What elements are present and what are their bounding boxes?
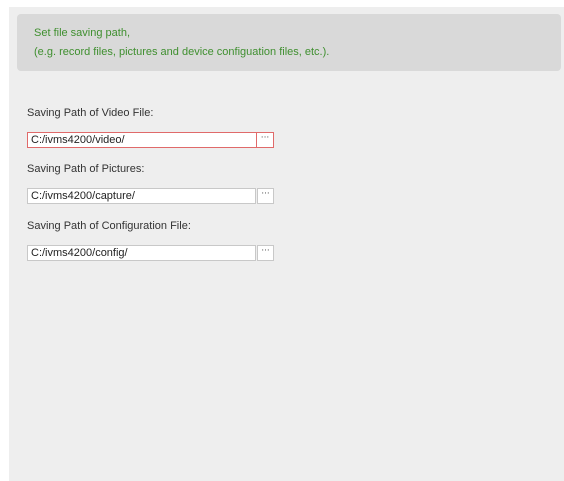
video-path-input[interactable] — [27, 132, 256, 148]
settings-panel — [9, 7, 564, 481]
pictures-path-input[interactable] — [27, 188, 256, 204]
video-path-row: ··· — [27, 132, 274, 148]
config-path-browse-button[interactable]: ··· — [257, 245, 274, 261]
pictures-path-row: ··· — [27, 188, 274, 204]
config-path-label: Saving Path of Configuration File: — [27, 220, 191, 232]
info-text-line-1: Set file saving path, — [34, 27, 131, 39]
config-path-row: ··· — [27, 245, 274, 261]
info-text-line-2: (e.g. record files, pictures and device … — [34, 46, 330, 58]
pictures-path-label: Saving Path of Pictures: — [27, 163, 145, 175]
video-path-browse-button[interactable]: ··· — [256, 132, 274, 148]
config-path-input[interactable] — [27, 245, 256, 261]
pictures-path-browse-button[interactable]: ··· — [257, 188, 274, 204]
video-path-label: Saving Path of Video File: — [27, 107, 154, 119]
info-box: Set file saving path, (e.g. record files… — [17, 14, 561, 71]
